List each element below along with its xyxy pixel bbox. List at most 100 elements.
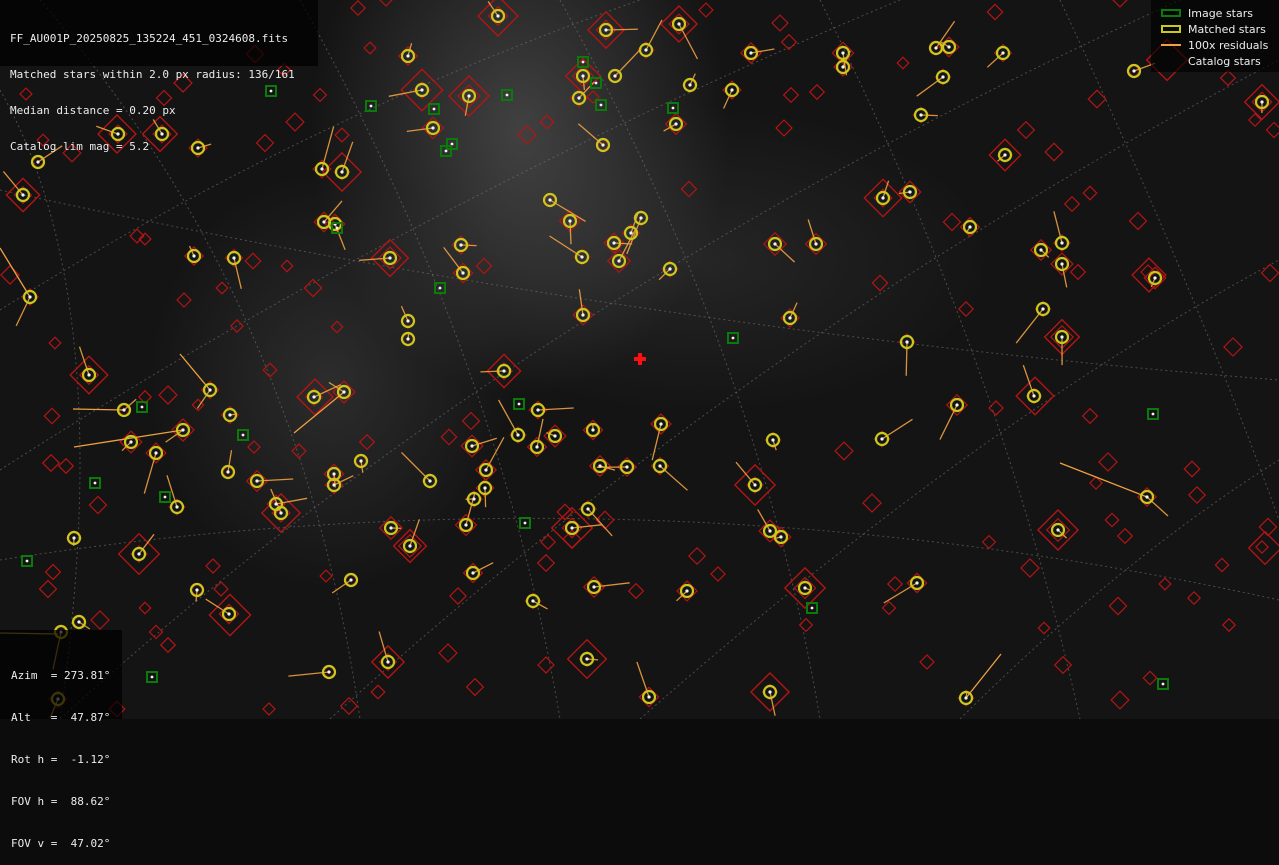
legend-label: Image stars — [1188, 7, 1253, 20]
star-core — [164, 496, 167, 499]
star-core — [154, 451, 157, 454]
residual-line — [480, 371, 504, 372]
legend-residuals: 100x residuals — [1157, 38, 1277, 54]
star-core — [947, 45, 950, 48]
catalog-star — [40, 581, 57, 598]
star-core — [535, 445, 538, 448]
star-core — [803, 586, 806, 589]
catalog-star-bright — [1249, 532, 1279, 565]
catalog-star — [351, 1, 365, 15]
star-core — [279, 511, 282, 514]
star-core — [688, 83, 691, 86]
star-core — [577, 96, 580, 99]
star-core — [685, 589, 688, 592]
catalog-star — [281, 260, 292, 271]
star-core — [668, 267, 671, 270]
star-core — [753, 483, 756, 486]
star-core — [536, 408, 539, 411]
star-core — [21, 193, 24, 196]
star-core — [349, 578, 352, 581]
catalog-star — [304, 279, 321, 296]
star-core — [181, 428, 184, 431]
catalog-star — [1159, 578, 1171, 590]
catalog-star — [46, 565, 61, 580]
catalog-star — [983, 536, 996, 549]
star-core — [598, 464, 601, 467]
star-core — [464, 523, 467, 526]
star-core — [470, 444, 473, 447]
catalog-star — [463, 413, 480, 430]
residual-line — [485, 488, 486, 507]
grid-line — [0, 90, 80, 719]
star-core — [516, 433, 519, 436]
star-core — [1003, 153, 1006, 156]
catalog-star — [371, 685, 385, 699]
residual-line — [917, 77, 943, 96]
star-core — [340, 170, 343, 173]
residual-line — [16, 297, 30, 326]
star-core — [908, 190, 911, 193]
azimuth: Azim = 273.81° — [11, 669, 122, 683]
star-core — [531, 599, 534, 602]
file-info-panel: FF_AU001P_20250825_135224_451_0324608.fi… — [0, 0, 318, 66]
catalog-star — [1113, 0, 1127, 7]
star-core — [881, 196, 884, 199]
star-core — [428, 479, 431, 482]
star-core — [841, 51, 844, 54]
star-core — [586, 507, 589, 510]
star-core — [811, 607, 814, 610]
catalog-star — [1143, 671, 1156, 684]
star-core — [581, 74, 584, 77]
star-core — [471, 571, 474, 574]
star-core — [730, 88, 733, 91]
catalog-star — [248, 441, 260, 453]
catalog-star — [1083, 186, 1097, 200]
star-core — [749, 51, 752, 54]
star-core — [459, 243, 462, 246]
star-core — [1153, 276, 1156, 279]
catalog-star — [863, 494, 881, 512]
catalog-star — [872, 275, 887, 290]
star-core — [1260, 100, 1263, 103]
catalog-star — [292, 444, 306, 458]
catalog-star — [467, 679, 484, 696]
residual-swatch — [1161, 44, 1181, 46]
catalog-star — [538, 657, 554, 673]
star-core — [312, 395, 315, 398]
catalog-star — [1111, 691, 1129, 709]
star-core — [674, 122, 677, 125]
residual-line — [578, 124, 603, 145]
star-core — [472, 497, 475, 500]
catalog-star — [800, 619, 813, 632]
catalog-star — [711, 567, 725, 581]
star-core — [768, 690, 771, 693]
catalog-star — [920, 655, 934, 669]
catalog-star — [1266, 122, 1279, 137]
fov-vertical: FOV v = 47.02° — [11, 837, 122, 851]
star-core — [1039, 248, 1042, 251]
residual-line — [407, 128, 433, 131]
star-core — [604, 28, 607, 31]
catalog-star — [1184, 461, 1200, 477]
catalog-star — [1223, 619, 1236, 632]
catalog-star — [943, 213, 960, 230]
star-core — [964, 696, 967, 699]
star-core — [1041, 307, 1044, 310]
catalog-star — [335, 128, 349, 142]
star-core — [433, 108, 436, 111]
star-core — [195, 588, 198, 591]
star-core — [228, 413, 231, 416]
image-star-swatch — [1161, 9, 1181, 17]
catalog-star — [1259, 518, 1276, 535]
star-core — [585, 657, 588, 660]
catalog-star — [245, 253, 261, 269]
residual-line — [1147, 497, 1168, 516]
star-core — [1132, 69, 1135, 72]
star-core — [483, 486, 486, 489]
star-core — [208, 388, 211, 391]
star-core — [389, 526, 392, 529]
legend-label: Catalog stars — [1188, 55, 1261, 68]
catalog-star — [989, 401, 1003, 415]
catalog-star — [1129, 212, 1146, 229]
star-core — [274, 502, 277, 505]
